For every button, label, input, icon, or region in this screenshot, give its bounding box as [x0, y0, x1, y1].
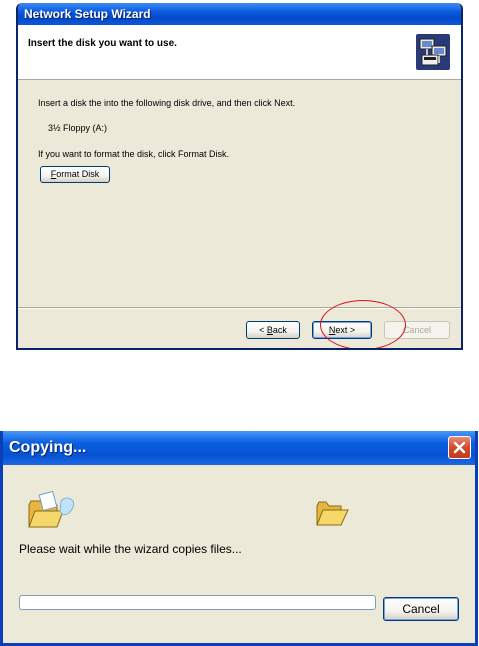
drive-label: 3½ Floppy (A:): [48, 123, 108, 133]
back-label: ack: [272, 325, 287, 335]
next-button[interactable]: Next >: [312, 321, 372, 339]
wizard-header: Insert the disk you want to use.: [18, 25, 461, 80]
wizard-header-title: Insert the disk you want to use.: [28, 38, 177, 49]
format-hint: If you want to format the disk, click Fo…: [38, 149, 230, 159]
copying-message: Please wait while the wizard copies file…: [19, 542, 242, 556]
network-setup-wizard-window: Network Setup Wizard Insert the disk you…: [16, 3, 463, 350]
folder-open-icon: [315, 498, 351, 528]
wizard-cancel-button[interactable]: Cancel: [384, 321, 450, 339]
wizard-title: Network Setup Wizard: [18, 3, 461, 25]
network-setup-icon: [415, 33, 451, 71]
format-disk-button[interactable]: Format Disk: [40, 166, 110, 183]
copying-dialog: Copying... Please wait while the wizard …: [0, 431, 478, 646]
folder-open-icon: [27, 490, 75, 531]
back-prefix: <: [259, 325, 267, 335]
back-button[interactable]: < Back: [246, 321, 300, 339]
next-label: ext >: [335, 325, 356, 335]
copy-cancel-button[interactable]: Cancel: [383, 597, 459, 621]
copy-progress-bar: [19, 595, 376, 610]
copying-title: Copying...: [3, 431, 475, 465]
format-disk-label: ormat Disk: [56, 169, 100, 179]
wizard-instruction: Insert a disk the into the following dis…: [38, 98, 296, 108]
footer-divider: [18, 307, 461, 309]
close-icon[interactable]: [448, 436, 471, 459]
